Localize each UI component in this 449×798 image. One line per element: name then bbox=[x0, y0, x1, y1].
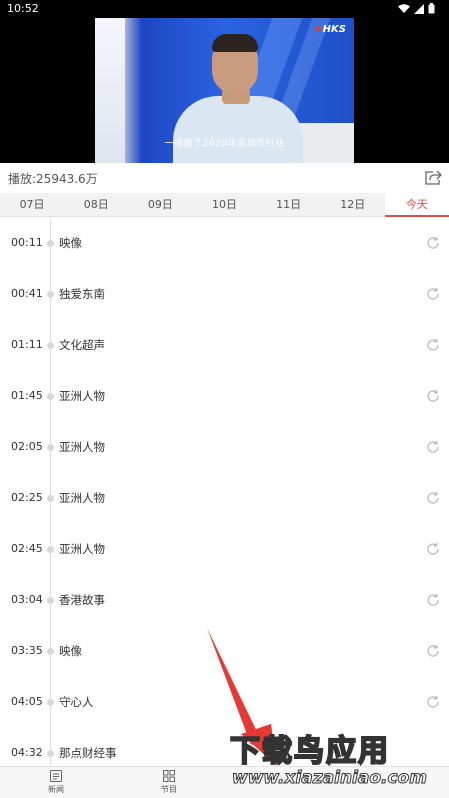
program-time: 03:04 bbox=[11, 593, 43, 606]
nav-news-label: 新闻 bbox=[48, 785, 64, 794]
program-title: 守心人 bbox=[59, 695, 94, 709]
tab-09[interactable]: 09日 bbox=[128, 193, 192, 216]
share-icon[interactable] bbox=[423, 167, 443, 187]
tab-08[interactable]: 08日 bbox=[64, 193, 128, 216]
grid-icon bbox=[163, 770, 175, 782]
program-time: 03:35 bbox=[11, 644, 43, 657]
tab-07[interactable]: 07日 bbox=[0, 193, 64, 216]
replay-icon[interactable] bbox=[425, 235, 441, 251]
replay-icon[interactable] bbox=[425, 592, 441, 608]
program-title: 文化超声 bbox=[59, 338, 105, 352]
program-time: 00:11 bbox=[11, 236, 43, 249]
timeline-dot bbox=[47, 291, 54, 298]
program-row[interactable]: 02:25 亚洲人物 bbox=[0, 473, 449, 524]
tab-10[interactable]: 10日 bbox=[192, 193, 256, 216]
news-icon bbox=[50, 770, 62, 782]
timeline-dot bbox=[47, 240, 54, 247]
battery-icon bbox=[428, 3, 435, 14]
timeline-dot bbox=[47, 699, 54, 706]
timeline-dot bbox=[47, 597, 54, 604]
program-row[interactable]: 00:41 独爱东南 bbox=[0, 269, 449, 320]
program-row[interactable]: 02:45 亚洲人物 bbox=[0, 524, 449, 575]
tab-11[interactable]: 11日 bbox=[257, 193, 321, 216]
nav-programs-label: 节目 bbox=[161, 785, 177, 794]
replay-icon[interactable] bbox=[425, 439, 441, 455]
nav-news[interactable]: 新闻 bbox=[26, 769, 86, 795]
replay-icon[interactable] bbox=[425, 490, 441, 506]
timeline-dot bbox=[47, 342, 54, 349]
replay-icon[interactable] bbox=[425, 337, 441, 353]
program-row[interactable]: 01:11 文化超声 bbox=[0, 320, 449, 371]
program-time: 00:41 bbox=[11, 287, 43, 300]
timeline-dot bbox=[47, 444, 54, 451]
timeline-dot bbox=[47, 495, 54, 502]
video-player[interactable]: 10:52 ★HKS 一拢做了2020年深圳市行业 bbox=[0, 0, 449, 163]
info-row: 播放:25943.6万 bbox=[0, 163, 449, 191]
program-row[interactable]: 03:04 香港故事 bbox=[0, 575, 449, 626]
replay-icon[interactable] bbox=[425, 694, 441, 710]
bottom-nav: 新闻 节目 bbox=[0, 766, 449, 798]
status-icons bbox=[398, 3, 435, 14]
tab-12[interactable]: 12日 bbox=[321, 193, 385, 216]
program-title: 亚洲人物 bbox=[59, 542, 105, 556]
program-title: 亚洲人物 bbox=[59, 389, 105, 403]
program-title: 映像 bbox=[59, 236, 82, 250]
nav-programs[interactable]: 节目 bbox=[139, 769, 199, 795]
program-time: 02:25 bbox=[11, 491, 43, 504]
channel-logo: ★HKS bbox=[313, 24, 346, 35]
program-title: 那点财经事 bbox=[59, 746, 117, 760]
timeline-dot bbox=[47, 750, 54, 757]
replay-icon[interactable] bbox=[425, 388, 441, 404]
replay-icon[interactable] bbox=[425, 286, 441, 302]
program-title: 映像 bbox=[59, 644, 82, 658]
replay-icon[interactable] bbox=[425, 541, 441, 557]
video-frame: ★HKS 一拢做了2020年深圳市行业 bbox=[95, 18, 354, 163]
tab-today[interactable]: 今天 bbox=[384, 193, 449, 217]
program-time: 01:45 bbox=[11, 389, 43, 402]
program-time: 04:05 bbox=[11, 695, 43, 708]
program-title: 亚洲人物 bbox=[59, 491, 105, 505]
video-subtitle: 一拢做了2020年深圳市行业 bbox=[164, 139, 285, 149]
play-count: 播放:25943.6万 bbox=[8, 172, 98, 186]
app-root: 10:52 ★HKS 一拢做了2020年深圳市行业 播放:25943.6万 07… bbox=[0, 0, 449, 798]
program-title: 独爱东南 bbox=[59, 287, 105, 301]
timeline-dot bbox=[47, 546, 54, 553]
program-row[interactable]: 00:11 映像 bbox=[0, 218, 449, 269]
timeline-dot bbox=[47, 648, 54, 655]
program-title: 亚洲人物 bbox=[59, 440, 105, 454]
program-time: 01:11 bbox=[11, 338, 43, 351]
wifi-icon bbox=[398, 3, 410, 13]
timeline-dot bbox=[47, 393, 54, 400]
program-row[interactable]: 01:45 亚洲人物 bbox=[0, 371, 449, 422]
signal-icon bbox=[414, 3, 424, 14]
replay-icon[interactable] bbox=[425, 643, 441, 659]
program-time: 02:45 bbox=[11, 542, 43, 555]
program-time: 04:32 bbox=[11, 746, 43, 759]
status-bar: 10:52 bbox=[0, 0, 449, 18]
program-row[interactable]: 02:05 亚洲人物 bbox=[0, 422, 449, 473]
date-tabs: 07日 08日 09日 10日 11日 12日 今天 bbox=[0, 193, 449, 217]
program-title: 香港故事 bbox=[59, 593, 105, 607]
program-time: 02:05 bbox=[11, 440, 43, 453]
status-time: 10:52 bbox=[7, 2, 39, 15]
pointer-arrow-graphic bbox=[207, 628, 277, 766]
